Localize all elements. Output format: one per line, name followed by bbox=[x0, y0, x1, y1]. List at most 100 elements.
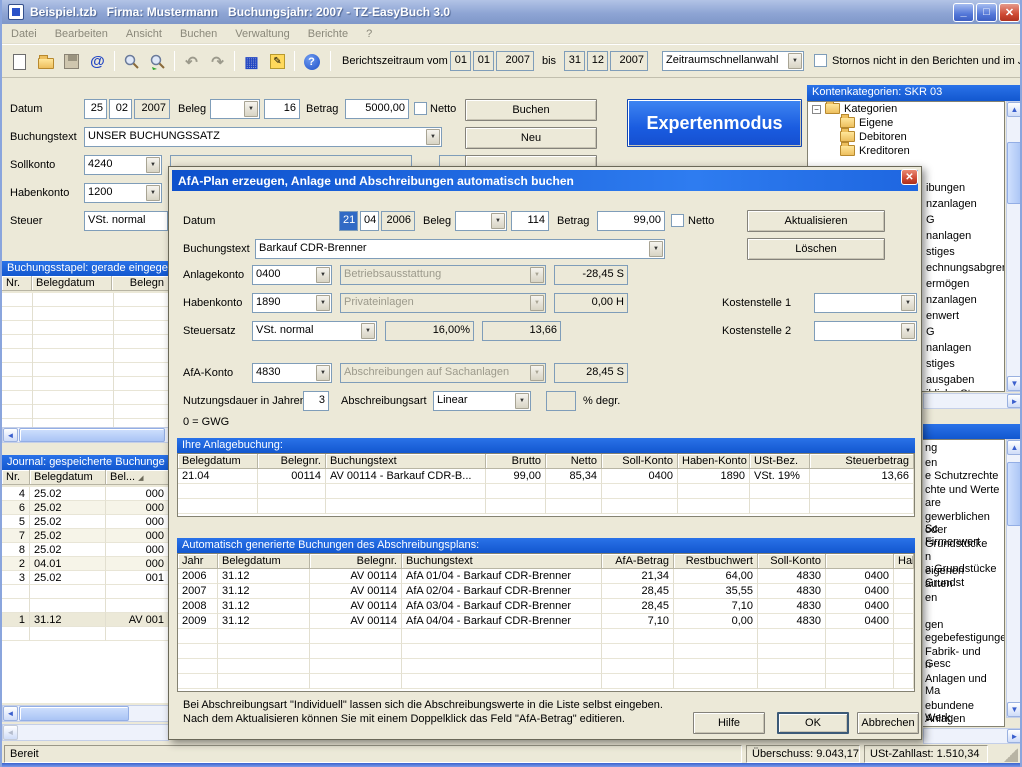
menu-bearbeiten[interactable]: Bearbeiten bbox=[46, 28, 117, 40]
tree-item-partial[interactable]: ausgaben bbox=[926, 374, 974, 386]
period-from-year[interactable]: 2007 bbox=[496, 51, 534, 71]
scroll-up-icon[interactable]: ▲ bbox=[1007, 102, 1022, 117]
dialog-close-button[interactable]: ✕ bbox=[901, 169, 918, 185]
tree-item-partial[interactable]: ibungen bbox=[926, 182, 965, 194]
list-item[interactable]: auten bbox=[925, 578, 953, 590]
table-row[interactable]: 2007 bbox=[178, 584, 218, 599]
habenkonto-combo[interactable]: 1200▼ bbox=[84, 183, 162, 203]
undo-icon[interactable]: ↶ bbox=[180, 50, 203, 73]
buchungstext-combo[interactable]: UNSER BUCHUNGSSATZ▼ bbox=[84, 127, 442, 147]
beleg-nr-field[interactable]: 16 bbox=[264, 99, 300, 119]
abbrechen-button[interactable]: Abbrechen bbox=[857, 712, 919, 734]
list-item[interactable]: Anlagen bbox=[925, 713, 965, 725]
period-from-month[interactable]: 01 bbox=[473, 51, 494, 71]
expertenmodus-button[interactable]: Expertenmodus bbox=[627, 99, 802, 147]
list-item[interactable]: Grundstücke bbox=[925, 538, 987, 550]
dlg-datum-day-field[interactable]: 21 bbox=[339, 211, 358, 231]
journal-hscrollbar-2[interactable]: ◄ bbox=[2, 724, 169, 741]
scroll-down-icon[interactable]: ▼ bbox=[1007, 376, 1022, 391]
period-quickselect-combo[interactable]: Zeitraumschnellanwahl▼ bbox=[662, 51, 804, 71]
hilfe-button[interactable]: Hilfe bbox=[693, 712, 765, 734]
buchen-button[interactable]: Buchen bbox=[465, 99, 597, 121]
menu-datei[interactable]: Datei bbox=[2, 28, 46, 40]
stack-col-nr[interactable]: Nr. bbox=[2, 276, 32, 291]
scroll-left-icon[interactable]: ◄ bbox=[3, 428, 18, 442]
beleg-combo[interactable]: ▼ bbox=[210, 99, 260, 119]
email-at-icon[interactable]: @ bbox=[86, 50, 109, 73]
list-item[interactable]: en bbox=[925, 592, 937, 604]
table-row[interactable]: 2006 bbox=[178, 569, 218, 584]
tree-item-partial[interactable]: nanlagen bbox=[926, 230, 971, 242]
loeschen-button[interactable]: Löschen bbox=[747, 238, 885, 260]
tree-item-partial[interactable]: enwert bbox=[926, 310, 959, 322]
stack-col-beleg[interactable]: Belegn bbox=[112, 276, 169, 291]
dlg-datum-month-field[interactable]: 04 bbox=[360, 211, 379, 231]
steuer-field[interactable]: VSt. normal bbox=[84, 211, 168, 231]
calculator-icon[interactable]: ▦ bbox=[240, 50, 263, 73]
menu-berichte[interactable]: Berichte bbox=[299, 28, 357, 40]
datum-day-field[interactable]: 25 bbox=[84, 99, 107, 119]
scroll-left-icon[interactable]: ◄ bbox=[3, 725, 18, 740]
period-to-month[interactable]: 12 bbox=[587, 51, 608, 71]
resize-grip[interactable] bbox=[1004, 748, 1018, 762]
period-to-day[interactable]: 31 bbox=[564, 51, 585, 71]
list-item[interactable]: en bbox=[925, 457, 937, 469]
journal-col-nr[interactable]: Nr. bbox=[2, 470, 30, 485]
table-row[interactable]: 21.04 bbox=[178, 469, 258, 484]
accounts2-hscrollbar[interactable]: ► bbox=[923, 728, 1022, 744]
table-row[interactable]: 2008 bbox=[178, 599, 218, 614]
tree-item-partial[interactable]: stiges bbox=[926, 246, 955, 258]
tree-item-kreditoren[interactable]: Kreditoren bbox=[808, 144, 1004, 158]
period-to-year[interactable]: 2007 bbox=[610, 51, 648, 71]
datum-month-field[interactable]: 02 bbox=[109, 99, 132, 119]
netto-checkbox[interactable] bbox=[414, 102, 427, 115]
new-document-icon[interactable] bbox=[8, 50, 31, 73]
list-item[interactable]: n bbox=[925, 659, 931, 671]
abschreibungsart-combo[interactable]: Linear▼ bbox=[433, 391, 531, 411]
sollkonto-combo[interactable]: 4240▼ bbox=[84, 155, 162, 175]
tree-item-partial[interactable]: ermögen bbox=[926, 278, 969, 290]
search-icon[interactable] bbox=[120, 50, 143, 73]
accounts-vscrollbar[interactable]: ▲ ▼ bbox=[1006, 101, 1022, 392]
collapse-icon[interactable]: − bbox=[812, 105, 821, 114]
tree-item-eigene[interactable]: Eigene bbox=[808, 116, 1004, 130]
journal-hscrollbar[interactable]: ◄ bbox=[2, 705, 169, 722]
tree-item-partial[interactable]: ibliche Steuern bbox=[926, 388, 999, 392]
dialog-title-bar[interactable]: AfA-Plan erzeugen, Anlage und Abschreibu… bbox=[172, 170, 918, 191]
kostenstelle2-combo[interactable]: ▼ bbox=[814, 321, 917, 341]
help-icon[interactable]: ? bbox=[300, 50, 323, 73]
scroll-right-icon[interactable]: ► bbox=[1007, 729, 1022, 743]
save-icon[interactable] bbox=[60, 50, 83, 73]
scroll-thumb[interactable] bbox=[19, 706, 129, 721]
journal-col-belegdatum[interactable]: Belegdatum bbox=[30, 470, 106, 485]
period-from-day[interactable]: 01 bbox=[450, 51, 471, 71]
dlg-netto-checkbox[interactable] bbox=[671, 214, 684, 227]
list-item[interactable]: gen bbox=[925, 619, 943, 631]
scroll-thumb[interactable] bbox=[1007, 142, 1022, 204]
dlg-betrag-field[interactable]: 99,00 bbox=[597, 211, 665, 231]
tree-item-kategorien[interactable]: −Kategorien bbox=[808, 102, 1004, 116]
scroll-thumb[interactable] bbox=[1007, 462, 1022, 526]
stack-col-belegdatum[interactable]: Belegdatum bbox=[32, 276, 112, 291]
nutzungsdauer-field[interactable]: 3 bbox=[303, 391, 329, 411]
list-item[interactable]: Fabrik- und Gesc bbox=[925, 646, 1004, 670]
list-item[interactable]: Anlagen und Ma bbox=[925, 673, 1004, 697]
dlg-habenkonto-combo[interactable]: 1890▼ bbox=[252, 293, 332, 313]
journal-col-beleg[interactable]: Bel... ◢ bbox=[106, 470, 169, 485]
list-item[interactable]: egebefestigunge bbox=[925, 632, 1005, 644]
betrag-field[interactable]: 5000,00 bbox=[345, 99, 409, 119]
open-folder-icon[interactable] bbox=[34, 50, 57, 73]
maximize-button[interactable]: □ bbox=[976, 3, 997, 22]
ok-button[interactable]: OK bbox=[777, 712, 849, 734]
tree-item-partial[interactable]: G bbox=[926, 326, 935, 338]
menu-ansicht[interactable]: Ansicht bbox=[117, 28, 171, 40]
aktualisieren-button[interactable]: Aktualisieren bbox=[747, 210, 885, 232]
redo-icon[interactable]: ↷ bbox=[206, 50, 229, 73]
dlg-beleg-nr-field[interactable]: 114 bbox=[511, 211, 549, 231]
scroll-up-icon[interactable]: ▲ bbox=[1007, 440, 1022, 455]
list-item[interactable]: are bbox=[925, 497, 941, 509]
accounts-hscrollbar[interactable]: ► bbox=[923, 393, 1022, 409]
search-refresh-icon[interactable] bbox=[146, 50, 169, 73]
steuersatz-combo[interactable]: VSt. normal▼ bbox=[252, 321, 377, 341]
stornos-checkbox[interactable] bbox=[814, 54, 827, 67]
